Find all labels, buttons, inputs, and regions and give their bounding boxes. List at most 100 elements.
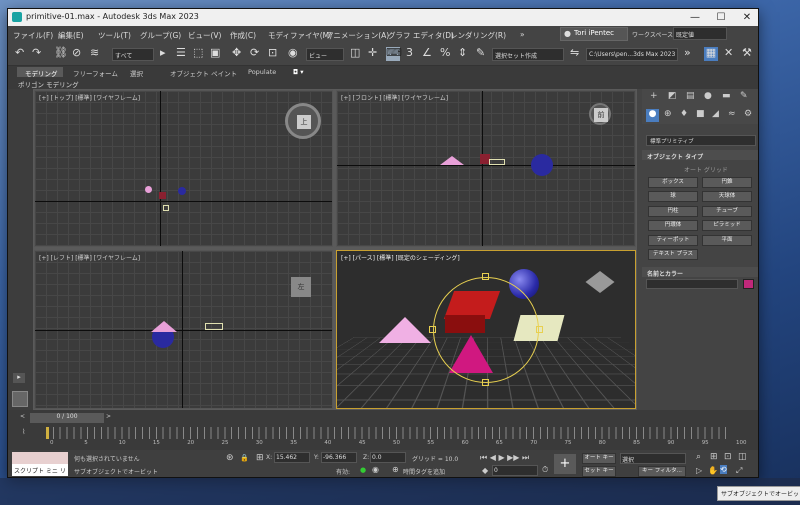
snaps-toggle-icon[interactable]: 3 — [406, 47, 413, 59]
ribbon-tab-object-paint[interactable]: オブジェクト ペイント — [170, 68, 237, 78]
viewcube-top[interactable]: 上 — [285, 103, 321, 139]
cone-button[interactable]: 円錐 — [702, 177, 752, 188]
link-icon[interactable]: ⛓ — [54, 47, 68, 59]
object-name-field[interactable] — [646, 279, 738, 289]
viewcube-perspective[interactable] — [585, 271, 615, 293]
geometry-icon[interactable]: ● — [646, 109, 659, 122]
plane-button[interactable]: 平面 — [702, 235, 752, 246]
edit-named-selection-icon[interactable]: ✎ — [476, 47, 485, 59]
menu-file[interactable]: ファイル(F) — [13, 30, 53, 41]
ribbon-tab-modeling[interactable]: モデリング — [25, 68, 58, 78]
orbit-handle-top[interactable] — [482, 273, 489, 280]
render-icon[interactable]: ⚒ — [742, 47, 752, 59]
viewport-layout-icon[interactable] — [12, 391, 28, 407]
name-color-rollout[interactable]: 名前とカラー — [647, 269, 683, 278]
render-setup-icon[interactable]: ▦ — [704, 47, 718, 61]
box-object[interactable] — [159, 192, 166, 199]
fov-icon[interactable]: ▷ — [696, 466, 702, 475]
time-config-icon[interactable]: ⏱ — [542, 465, 548, 475]
autogrid-checkbox[interactable]: オート グリッド — [684, 165, 728, 174]
toolbar-overflow-icon[interactable]: » — [684, 47, 691, 59]
reference-coord-dropdown[interactable]: ビュー — [306, 48, 344, 61]
utilities-tab-icon[interactable]: ✎ — [740, 91, 748, 101]
sphere-object[interactable] — [178, 187, 186, 195]
create-tab-icon[interactable]: + — [650, 91, 658, 101]
key-filters-button[interactable]: キー フィルタ... — [638, 466, 686, 477]
keyboard-shortcut-override-icon[interactable]: ⌨ — [386, 47, 402, 61]
menu-view[interactable]: ビュー(V) — [188, 30, 221, 41]
ribbon-tab-selection[interactable]: 選択 — [130, 68, 143, 78]
maxscript-mini-listener[interactable]: スクリプト ミニ リス — [12, 464, 68, 476]
time-slider[interactable]: 0 / 100 — [30, 413, 104, 423]
zoom-icon[interactable]: ⌕ — [696, 452, 701, 462]
menu-edit[interactable]: 編集(E) — [58, 30, 84, 41]
select-by-name-icon[interactable]: ☰ — [176, 47, 186, 59]
cone-object[interactable] — [440, 156, 464, 165]
object-type-rollout[interactable]: オブジェクト タイプ — [647, 152, 703, 161]
ribbon-tab-populate[interactable]: Populate — [248, 68, 276, 76]
undo-icon[interactable]: ↶ — [15, 47, 24, 59]
cylinder-button[interactable]: 円柱 — [648, 206, 698, 217]
angle-snap-icon[interactable]: ∠ — [422, 47, 432, 59]
project-path-field[interactable]: C:\Users\pen...3ds Max 2023 — [586, 48, 678, 61]
placement-icon[interactable]: ◉ — [288, 47, 298, 59]
shapes-icon[interactable]: ⊕ — [664, 109, 672, 119]
rect-selection-icon[interactable]: ⬚ — [193, 47, 203, 59]
zoom-extents-all-icon[interactable]: ◫ — [738, 452, 747, 462]
primitive-category-dropdown[interactable]: 標準プリミティブ — [646, 135, 756, 146]
user-name[interactable]: Tori iPentec — [574, 29, 614, 37]
selection-orbit-ring[interactable] — [433, 277, 539, 383]
workspace-dropdown[interactable]: 既定値 — [673, 27, 727, 40]
motion-tab-icon[interactable]: ● — [704, 91, 712, 101]
y-coordinate-field[interactable]: -96.366 — [321, 452, 357, 463]
teapot-object[interactable] — [489, 159, 505, 165]
modify-tab-icon[interactable]: ◩ — [668, 91, 677, 101]
ribbon-toggle-icon[interactable]: ◘ ▾ — [293, 68, 303, 76]
cone-object[interactable] — [379, 317, 431, 343]
curve-editor-icon[interactable]: ⌇ — [22, 428, 25, 436]
select-manipulate-icon[interactable]: ✛ — [368, 47, 377, 59]
sphere-object[interactable] — [531, 154, 553, 176]
set-key-button[interactable]: セット キー — [582, 466, 616, 477]
maximize-viewport-icon[interactable]: ⤢ — [736, 466, 742, 476]
key-mode-icon[interactable]: ◆ — [482, 466, 488, 475]
menu-create[interactable]: 作成(C) — [230, 30, 256, 41]
percent-snap-icon[interactable]: % — [440, 47, 450, 59]
selection-filter-dropdown[interactable]: すべて — [112, 48, 154, 61]
systems-icon[interactable]: ⚙ — [744, 109, 752, 119]
play-icon[interactable]: ▸ — [13, 373, 25, 383]
viewcube-front[interactable]: 前 — [589, 103, 611, 125]
menu-animation[interactable]: アニメーション(A) — [326, 30, 389, 41]
object-color-swatch[interactable] — [743, 279, 754, 289]
key-selection-dropdown[interactable]: 選択 — [620, 453, 686, 464]
sphere-button[interactable]: 球 — [648, 191, 698, 202]
playback-controls[interactable]: ⏮ ◀ ▶ ▶▶ ⏭ — [480, 453, 529, 463]
select-object-icon[interactable]: ▸ — [160, 47, 166, 59]
slider-right-icon[interactable]: > — [106, 413, 111, 420]
menu-graph-editors[interactable]: グラフ エディタ(D) — [388, 30, 454, 41]
menu-rendering[interactable]: レンダリング(R) — [450, 30, 506, 41]
viewport-front[interactable]: [+] [フロント] [標準] [ワイヤフレーム] 前 — [336, 90, 636, 247]
mirror-icon[interactable]: ⇋ — [570, 47, 579, 59]
isolate-icon[interactable]: ⊛ — [226, 453, 234, 463]
ribbon-tab-freeform[interactable]: フリーフォーム — [73, 68, 118, 78]
viewport-perspective[interactable]: [+] [パース] [標準] [既定のシェーディング] — [336, 250, 636, 409]
display-tab-icon[interactable]: ▬ — [722, 91, 731, 101]
slider-left-icon[interactable]: < — [20, 413, 25, 420]
scale-icon[interactable]: ⊡ — [268, 47, 277, 59]
helpers-icon[interactable]: ◢ — [712, 109, 719, 119]
rotate-icon[interactable]: ⟳ — [250, 47, 259, 59]
absolute-mode-icon[interactable]: ⊞ — [256, 453, 264, 463]
spacewarps-icon[interactable]: ≈ — [728, 109, 736, 119]
set-key-icon[interactable]: + — [554, 454, 576, 474]
viewport-perspective-label[interactable]: [+] [パース] [標準] [既定のシェーディング] — [341, 253, 460, 262]
zoom-extents-icon[interactable]: ⊡ — [724, 452, 732, 462]
redo-icon[interactable]: ↷ — [32, 47, 41, 59]
named-selection-set-dropdown[interactable]: 選択セット作成 — [492, 48, 564, 61]
lights-icon[interactable]: ♦ — [680, 109, 688, 119]
add-time-tag[interactable]: 時間タグを追加 — [403, 467, 445, 476]
pivot-icon[interactable]: ◫ — [350, 47, 360, 59]
geosphere-button[interactable]: 天球体 — [702, 191, 752, 202]
menu-modifiers[interactable]: モディファイヤ(M) — [268, 30, 332, 41]
orbit-handle-left[interactable] — [429, 326, 436, 333]
